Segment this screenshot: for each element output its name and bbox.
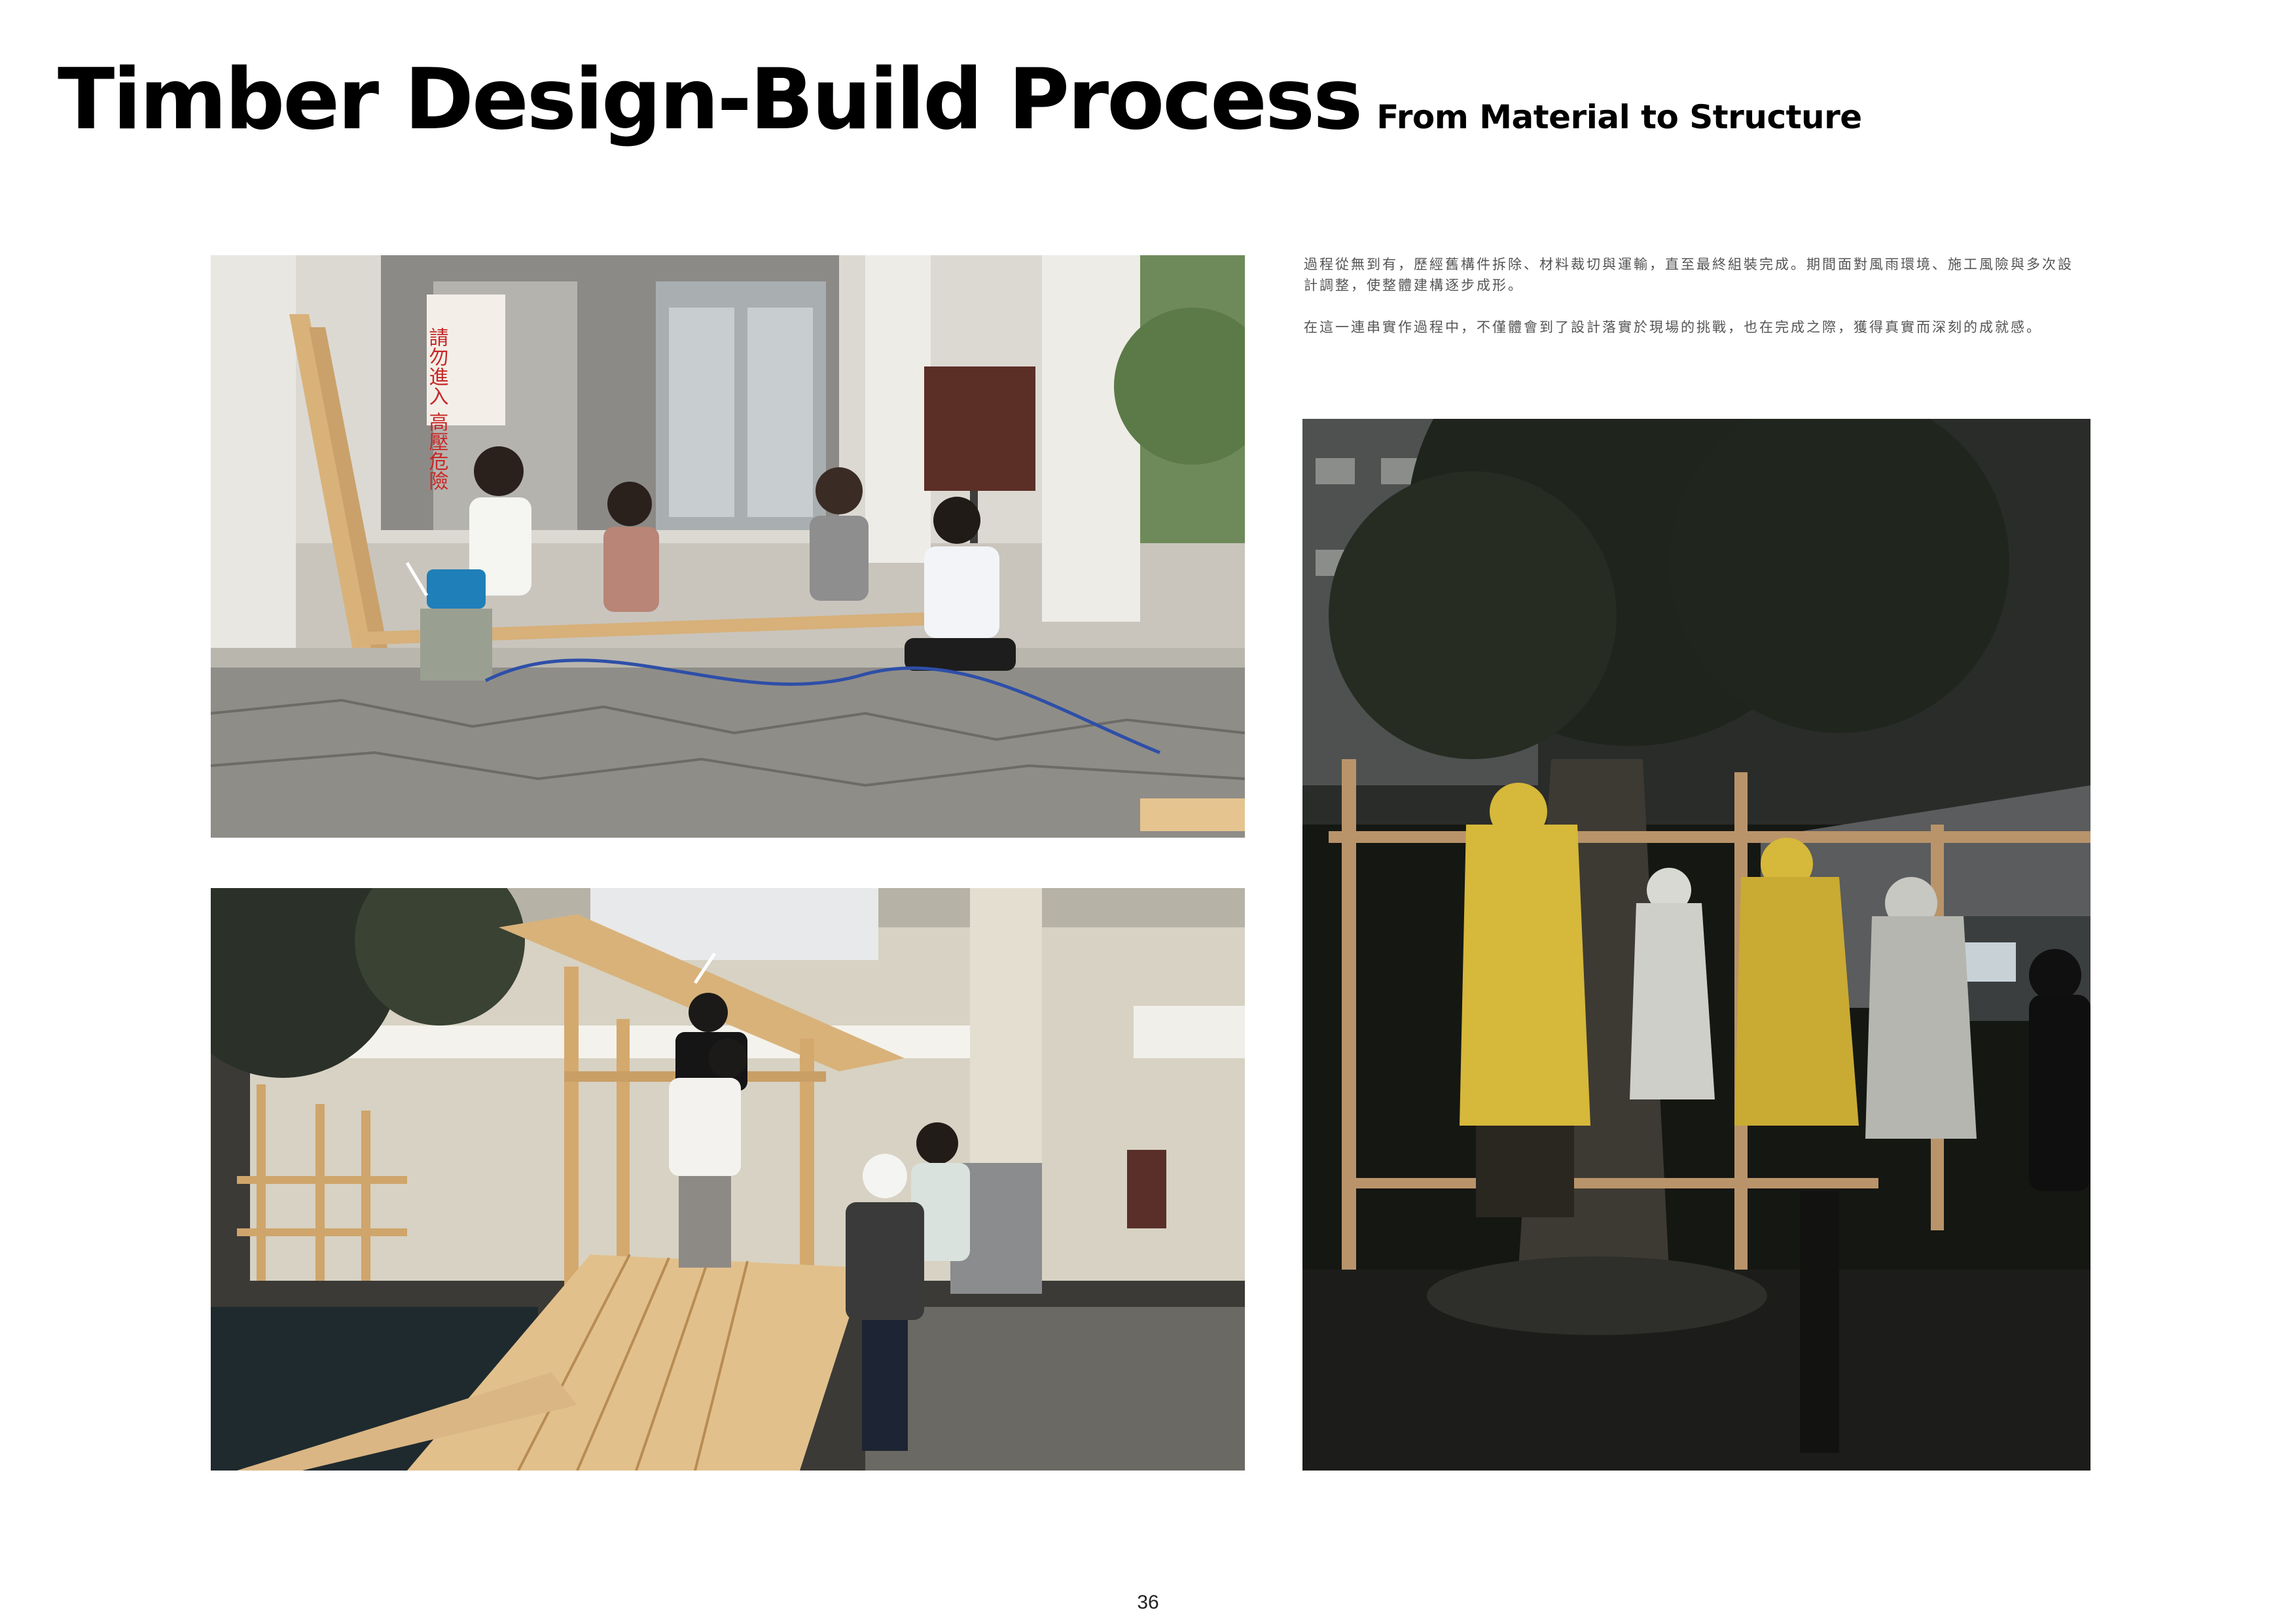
page-header: Timber Design-Build Process From Material…	[58, 51, 1862, 149]
photo-night-construction-image	[1302, 419, 2090, 1471]
photo-material-cutting: 請勿進入 高壓危險	[211, 255, 1245, 838]
photo-night-construction	[1302, 419, 2090, 1471]
photo-pavilion-assembly	[211, 888, 1245, 1471]
page-number: 36	[1137, 1592, 1159, 1613]
page-title: Timber Design-Build Process	[58, 51, 1363, 149]
body-paragraph-1: 過程從無到有，歷經舊構件拆除、材料裁切與運輸，直至最終組裝完成。期間面對風雨環境…	[1304, 257, 2073, 293]
body-paragraph-2: 在這一連串實作過程中，不僅體會到了設計落實於現場的挑戰，也在完成之際，獲得真實而…	[1304, 319, 2042, 335]
warning-sign-text: 請勿進入 高壓危險	[425, 327, 449, 491]
photo-pavilion-assembly-image	[211, 888, 1245, 1471]
body-text: 過程從無到有，歷經舊構件拆除、材料裁切與運輸，直至最終組裝完成。期間面對風雨環境…	[1304, 254, 2087, 359]
page-subtitle: From Material to Structure	[1376, 98, 1862, 136]
photo-material-cutting-image: 請勿進入 高壓危險	[211, 255, 1245, 838]
